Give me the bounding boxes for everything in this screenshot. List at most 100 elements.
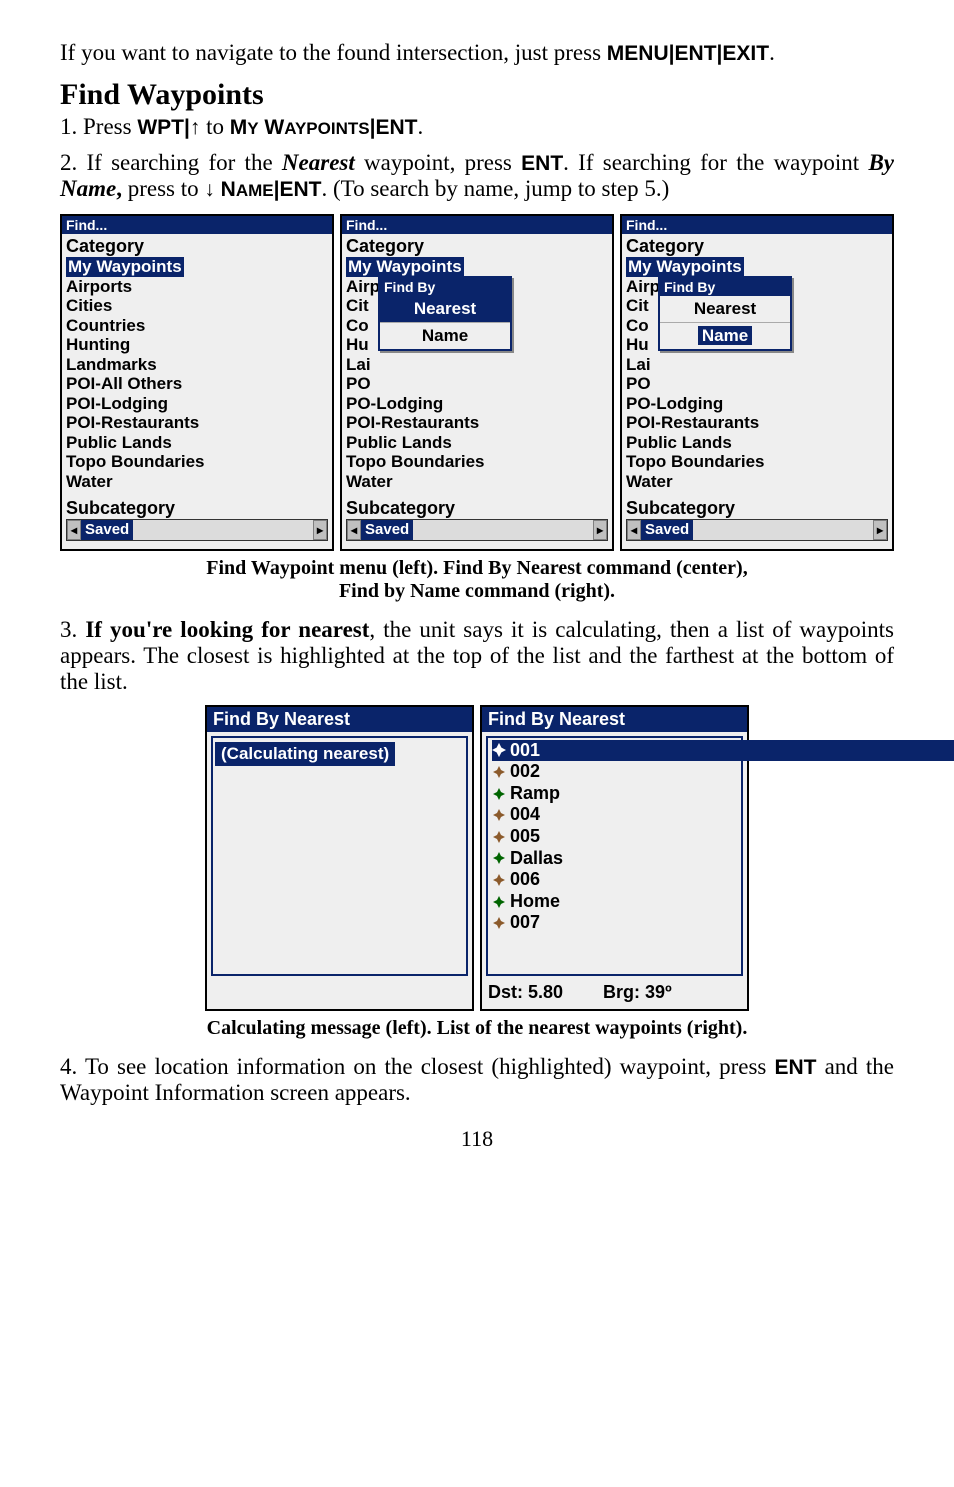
list-item[interactable]: POI-Lodging <box>66 394 328 414</box>
list-item[interactable]: Countries <box>66 316 328 336</box>
waypoint-icon <box>492 743 506 757</box>
nearest-emph: Nearest <box>282 150 355 175</box>
list-item[interactable]: POI-All Others <box>66 374 328 394</box>
screens-row-2: Find By Nearest (Calculating nearest) Fi… <box>60 705 894 1011</box>
category-label: Category <box>626 236 888 257</box>
key-menu: MENU <box>607 42 669 65</box>
screens-row-1: Find... Category My Waypoints Airports C… <box>60 214 894 551</box>
list-item: Lai <box>346 355 608 375</box>
bearing-readout: Brg: 39º <box>603 982 672 1003</box>
category-label: Category <box>66 236 328 257</box>
list-item: My Waypoints <box>346 257 464 277</box>
list-item: PO <box>346 374 608 394</box>
list-item[interactable]: Home <box>492 891 737 913</box>
gps-panel-findby-nearest: Find... Category My Waypoints Airports C… <box>340 214 614 551</box>
key-exit: EXIT <box>722 42 769 65</box>
saved-value: Saved <box>361 520 413 540</box>
list-item[interactable]: Dallas <box>492 848 737 870</box>
step-1: 1. Press WPT|↑ to MY WAYPOINTS|ENT. <box>60 114 894 140</box>
list-item[interactable]: 005 <box>492 826 737 848</box>
waypoint-icon <box>492 895 506 909</box>
waypoint-icon <box>492 916 506 930</box>
waypoint-icon <box>492 808 506 822</box>
list-item[interactable]: 002 <box>492 761 737 783</box>
list-item[interactable]: Hunting <box>66 335 328 355</box>
list-item: Lai <box>626 355 888 375</box>
list-item[interactable]: Topo Boundaries <box>66 452 328 472</box>
list-item[interactable]: 006 <box>492 869 737 891</box>
up-arrow-icon: ↑ <box>190 116 201 139</box>
key-ent: ENT <box>675 42 717 65</box>
waypoint-icon <box>492 787 506 801</box>
list-item: PO <box>626 374 888 394</box>
key-ent: ENT <box>774 1056 816 1079</box>
key-ent: ENT <box>521 152 563 175</box>
waypoint-icon <box>492 830 506 844</box>
list-item: PO-Lodging <box>346 394 608 414</box>
chevron-left-icon[interactable]: ◂ <box>347 520 361 540</box>
list-item[interactable]: Public Lands <box>66 433 328 453</box>
list-item: Public Lands <box>626 433 888 453</box>
saved-selector[interactable]: ◂ Saved ▸ <box>346 519 608 541</box>
list-item[interactable]: Landmarks <box>66 355 328 375</box>
intro-paragraph: If you want to navigate to the found int… <box>60 40 894 66</box>
waypoint-icon <box>492 851 506 865</box>
popup-item-name[interactable]: Name <box>660 323 790 349</box>
chevron-left-icon[interactable]: ◂ <box>627 520 641 540</box>
caption-2: Calculating message (left). List of the … <box>60 1017 894 1040</box>
list-item[interactable]: Airports <box>66 277 328 297</box>
saved-value: Saved <box>81 520 133 540</box>
waypoint-icon <box>492 873 506 887</box>
status-bar: Dst: 5.80 Brg: 39º <box>488 982 741 1003</box>
chevron-right-icon[interactable]: ▸ <box>593 520 607 540</box>
key-wpt: WPT <box>137 116 184 139</box>
saved-selector[interactable]: ◂ Saved ▸ <box>66 519 328 541</box>
section-heading: Find Waypoints <box>60 78 894 112</box>
list-item[interactable]: Cities <box>66 296 328 316</box>
list-item[interactable]: 007 <box>492 912 737 934</box>
saved-value: Saved <box>641 520 693 540</box>
caption-1: Find Waypoint menu (left). Find By Neare… <box>60 557 894 603</box>
list-item[interactable]: Ramp <box>492 783 737 805</box>
saved-selector[interactable]: ◂ Saved ▸ <box>626 519 888 541</box>
findby-popup: Find By Nearest Name <box>378 276 512 351</box>
subcategory-label: Subcategory <box>346 498 608 519</box>
gps-panel-find-menu: Find... Category My Waypoints Airports C… <box>60 214 334 551</box>
category-label: Category <box>346 236 608 257</box>
list-item: Water <box>346 472 608 492</box>
popup-title: Find By <box>660 278 790 296</box>
gps-panel-calculating: Find By Nearest (Calculating nearest) <box>205 705 474 1011</box>
findby-popup: Find By Nearest Name <box>658 276 792 351</box>
chevron-right-icon[interactable]: ▸ <box>873 520 887 540</box>
waypoint-icon <box>492 765 506 779</box>
calculating-message: (Calculating nearest) <box>215 742 395 766</box>
intro-text: If you want to navigate to the found int… <box>60 40 607 65</box>
gps-panel-nearest-list: Find By Nearest 001 002 Ramp 004 005 Dal… <box>480 705 749 1011</box>
window-title: Find By Nearest <box>482 707 747 732</box>
list-item: PO-Lodging <box>626 394 888 414</box>
distance-readout: Dst: 5.80 <box>488 982 563 1003</box>
popup-item-name[interactable]: Name <box>380 323 510 349</box>
list-item[interactable]: My Waypoints <box>66 257 184 277</box>
step-3: 3. If you're looking for nearest, the un… <box>60 617 894 695</box>
list-item[interactable]: 001 <box>492 740 954 762</box>
popup-item-nearest[interactable]: Nearest <box>380 296 510 323</box>
window-title: Find... <box>62 216 332 234</box>
list-item: Topo Boundaries <box>346 452 608 472</box>
list-item: POI-Restaurants <box>346 413 608 433</box>
page-number: 118 <box>60 1126 894 1152</box>
list-item[interactable]: POI-Restaurants <box>66 413 328 433</box>
chevron-right-icon[interactable]: ▸ <box>313 520 327 540</box>
window-title: Find By Nearest <box>207 707 472 732</box>
window-title: Find... <box>342 216 612 234</box>
popup-item-nearest[interactable]: Nearest <box>660 296 790 323</box>
subcategory-label: Subcategory <box>626 498 888 519</box>
list-item[interactable]: Water <box>66 472 328 492</box>
category-list[interactable]: My Waypoints Airports Cities Countries H… <box>66 257 328 492</box>
list-item: Water <box>626 472 888 492</box>
chevron-left-icon[interactable]: ◂ <box>67 520 81 540</box>
window-title: Find... <box>622 216 892 234</box>
waypoint-list[interactable]: 001 002 Ramp 004 005 Dallas 006 Home 007 <box>492 740 737 934</box>
key-ent: ENT <box>279 178 321 201</box>
list-item[interactable]: 004 <box>492 804 737 826</box>
